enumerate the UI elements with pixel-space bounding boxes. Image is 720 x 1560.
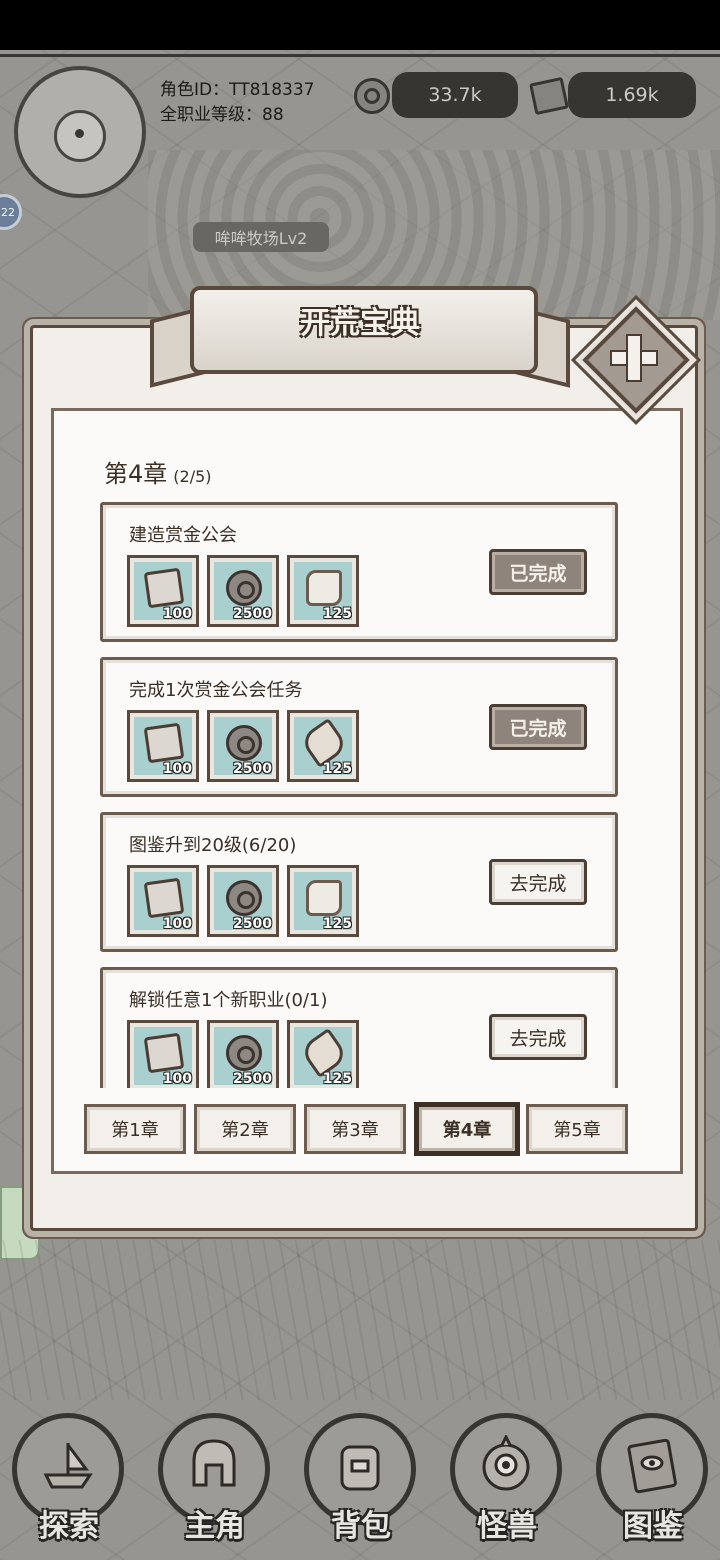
reward-quantity: 2500 (233, 916, 272, 932)
reward-slot[interactable]: 125 (287, 710, 359, 782)
reward-quantity: 125 (322, 1071, 352, 1087)
reward-slot[interactable]: 2500 (207, 710, 279, 782)
task-completed-button[interactable]: 已完成 (489, 704, 587, 750)
task-card: 解锁任意1个新职业(0/1) 100 2500 125 去完成 (100, 967, 618, 1088)
reward-slot[interactable]: 2500 (207, 555, 279, 627)
coin-icon (226, 725, 262, 761)
reward-quantity: 125 (322, 916, 352, 932)
chapter-heading: 第4章 (2/5) (104, 460, 212, 488)
task-name: 解锁任意1个新职业(0/1) (129, 990, 328, 1011)
reward-quantity: 2500 (233, 1071, 272, 1087)
reward-slot[interactable]: 125 (287, 555, 359, 627)
reward-quantity: 125 (322, 761, 352, 777)
reward-quantity: 100 (162, 916, 192, 932)
modal-title: 开荒宝典 (300, 306, 420, 341)
reward-slot[interactable]: 2500 (207, 865, 279, 937)
task-list[interactable]: 建造赏金公会 100 2500 125 已完成 完成1次赏金公会任务 100 2… (100, 502, 622, 1088)
tab-chapter-3[interactable]: 第3章 (304, 1104, 406, 1154)
reward-quantity: 100 (162, 1071, 192, 1087)
close-button[interactable] (582, 306, 690, 414)
tab-chapter-2[interactable]: 第2章 (194, 1104, 296, 1154)
stone-icon (143, 877, 185, 919)
chapter-progress: (2/5) (173, 467, 212, 486)
task-completed-button[interactable]: 已完成 (489, 549, 587, 595)
task-card: 完成1次赏金公会任务 100 2500 125 已完成 (100, 657, 618, 797)
reward-quantity: 100 (162, 761, 192, 777)
chapter-tab-bar: 第1章 第2章 第3章 第4章 第5章 (84, 1104, 634, 1156)
modal-title-ribbon: 开荒宝典 (150, 270, 570, 388)
coin-icon (226, 880, 262, 916)
reward-slot[interactable]: 100 (127, 865, 199, 937)
tab-chapter-5[interactable]: 第5章 (526, 1104, 628, 1154)
reward-slot[interactable]: 125 (287, 865, 359, 937)
task-card: 图鉴升到20级(6/20) 100 2500 125 去完成 (100, 812, 618, 952)
coin-icon (226, 570, 262, 606)
reward-quantity: 100 (162, 606, 192, 622)
tab-chapter-1[interactable]: 第1章 (84, 1104, 186, 1154)
stone-icon (143, 722, 185, 764)
stone-icon (143, 567, 185, 609)
stone-icon (143, 1032, 185, 1074)
task-name: 图鉴升到20级(6/20) (129, 835, 297, 856)
reward-quantity: 2500 (233, 761, 272, 777)
task-card: 建造赏金公会 100 2500 125 已完成 (100, 502, 618, 642)
reward-slot[interactable]: 100 (127, 710, 199, 782)
tab-chapter-4[interactable]: 第4章 (416, 1104, 518, 1154)
reward-slot[interactable]: 100 (127, 555, 199, 627)
reward-slot[interactable]: 2500 (207, 1020, 279, 1088)
ore-icon (306, 570, 342, 606)
ore-icon (306, 880, 342, 916)
status-bar (0, 0, 720, 50)
task-go-button[interactable]: 去完成 (489, 1014, 587, 1060)
task-go-button[interactable]: 去完成 (489, 859, 587, 905)
task-name: 完成1次赏金公会任务 (129, 680, 303, 701)
coin-icon (226, 1035, 262, 1071)
reward-slot[interactable]: 125 (287, 1020, 359, 1088)
reward-quantity: 125 (322, 606, 352, 622)
reward-quantity: 2500 (233, 606, 272, 622)
reward-slot[interactable]: 100 (127, 1020, 199, 1088)
task-name: 建造赏金公会 (129, 525, 237, 546)
